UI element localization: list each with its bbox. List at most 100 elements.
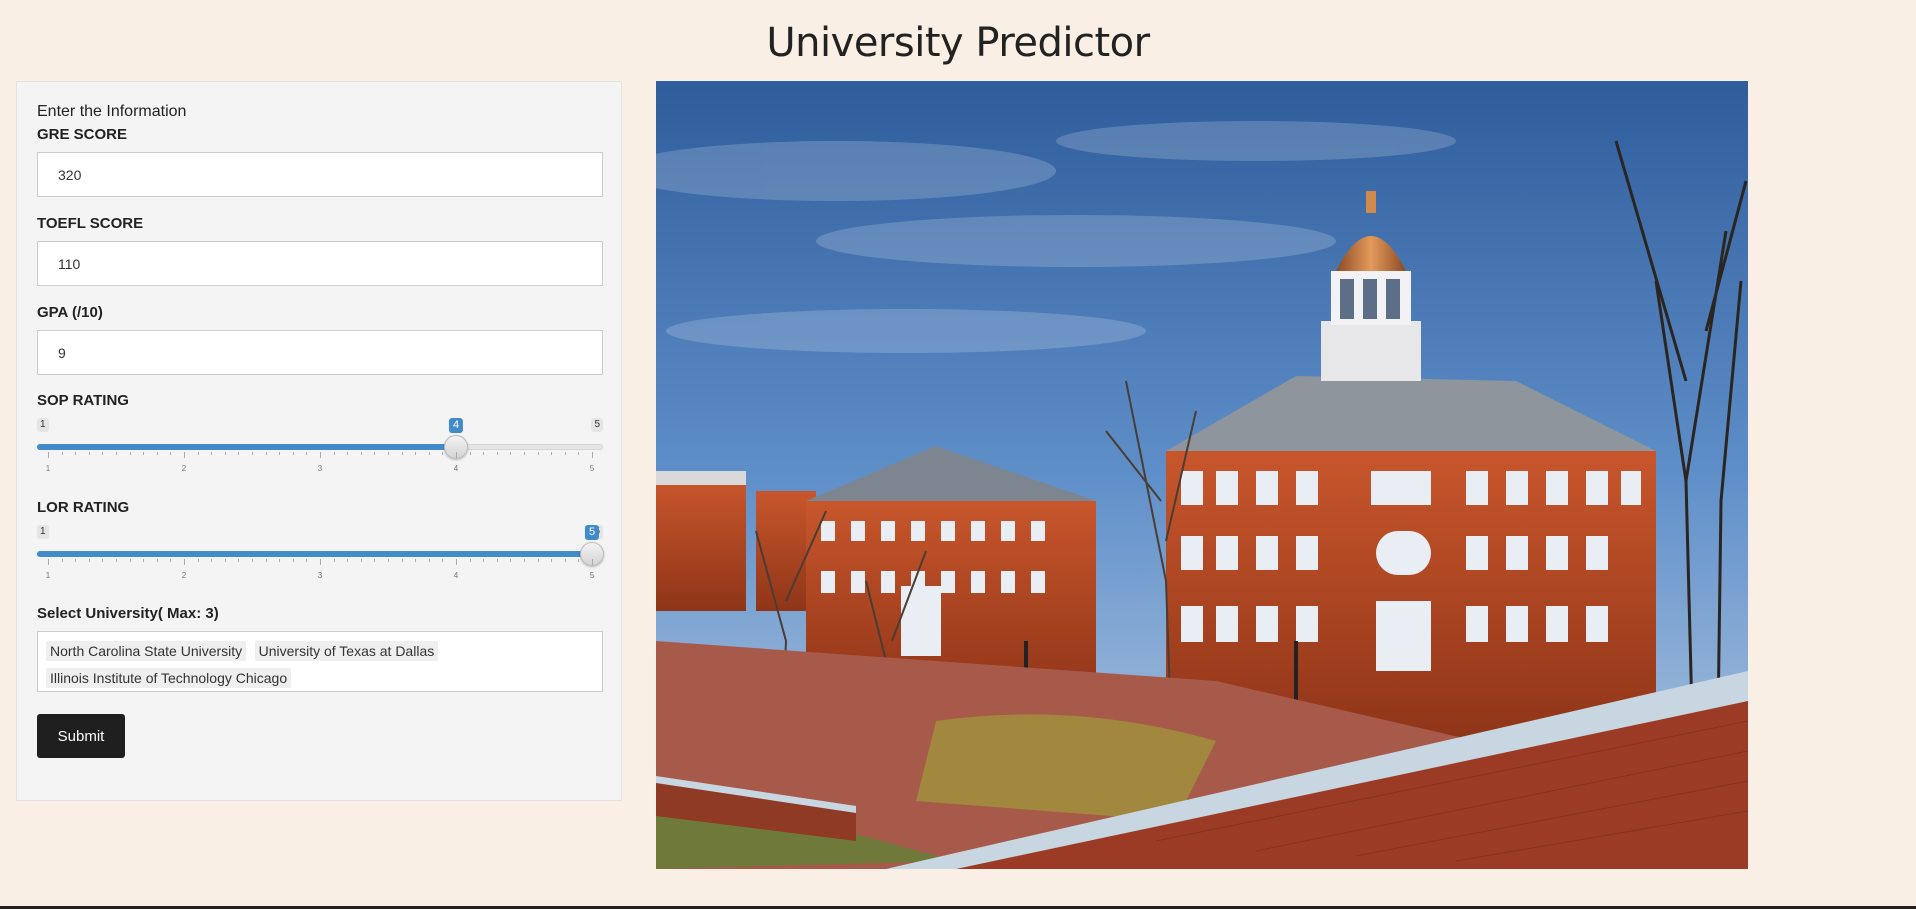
input-form-panel: Enter the Information GRE SCORE TOEFL SC… [16, 81, 622, 801]
slider-tick-mark [238, 452, 240, 455]
slider-tick-mark [442, 452, 444, 455]
campus-photo [656, 81, 1748, 869]
slider-tick-mark [224, 452, 226, 455]
slider-tick-mark [197, 452, 199, 455]
slider-tick-mark [170, 452, 172, 455]
slider-tick-mark [265, 559, 267, 562]
slider-tick-mark [48, 559, 49, 565]
gre-score-label: GRE SCORE [37, 126, 128, 143]
slider-tick-mark [292, 559, 294, 562]
slider-tick-mark [48, 452, 49, 458]
slider-tick-mark [401, 559, 403, 562]
slider-tick-mark [360, 452, 362, 455]
slider-tick-mark [61, 559, 63, 562]
slider-tick-mark [592, 452, 593, 458]
lor-rating-slider[interactable]: 1 5 5 12345 [37, 525, 604, 595]
form-intro-text: Enter the Information [37, 103, 187, 120]
toefl-score-input[interactable] [37, 241, 603, 286]
slider-tick-mark [456, 559, 457, 565]
slider-tick-mark [401, 452, 403, 455]
lor-rating-label: LOR RATING [37, 499, 130, 516]
slider-tick-mark [306, 452, 308, 455]
slider-tick-label: 5 [589, 464, 595, 473]
slider-tick-mark [252, 559, 253, 562]
slider-tick-label: 3 [317, 464, 323, 473]
slider-tick-mark [496, 452, 498, 455]
slider-tick-mark [279, 452, 281, 455]
gpa-input[interactable] [37, 330, 603, 375]
slider-tick-mark [211, 559, 213, 562]
slider-tick-mark [442, 559, 444, 562]
slider-tick-mark [129, 559, 131, 562]
slider-tick-mark [551, 559, 553, 562]
submit-button[interactable]: Submit [37, 714, 125, 758]
selected-university-chip[interactable]: Illinois Institute of Technology Chicago [46, 668, 292, 688]
slider-tick-mark [279, 559, 281, 562]
slider-value-badge: 5 [584, 525, 600, 540]
slider-tick-mark [224, 559, 226, 562]
slider-tick-mark [469, 559, 471, 562]
slider-tick-mark [469, 452, 471, 455]
sop-rating-slider[interactable]: 1 5 4 1 2 3 4 5 [37, 418, 603, 488]
sop-rating-label: SOP RATING [37, 392, 129, 409]
page-title: University Predictor [766, 20, 1150, 66]
slider-tick-mark [75, 452, 77, 455]
slider-tick-mark [88, 559, 90, 562]
slider-tick-mark [483, 559, 485, 562]
slider-max-label: 5 [591, 418, 603, 432]
slider-tick-label: 1 [45, 571, 51, 580]
slider-tick-mark [170, 559, 172, 562]
slider-tick-mark [116, 559, 117, 562]
selected-university-chip[interactable]: University of Texas at Dallas [254, 641, 439, 661]
slider-tick-mark [510, 452, 512, 455]
slider-tick-mark [537, 559, 539, 562]
slider-tick-mark [415, 559, 417, 562]
slider-tick-mark [102, 559, 104, 562]
slider-tick-mark [347, 452, 349, 455]
slider-tick-mark [496, 559, 498, 562]
slider-tick-mark [252, 452, 253, 455]
slider-tick-mark [143, 452, 145, 455]
slider-tick-mark [75, 559, 77, 562]
slider-tick-mark [116, 452, 117, 455]
slider-tick-mark [524, 559, 525, 562]
selected-university-chip[interactable]: North Carolina State University [46, 641, 247, 661]
slider-tick-mark [347, 559, 349, 562]
slider-tick-mark [428, 559, 430, 562]
slider-tick-mark [265, 452, 267, 455]
slider-tick-mark [578, 559, 580, 562]
slider-tick-label: 2 [181, 464, 187, 473]
slider-tick-mark [333, 452, 335, 455]
slider-tick-mark [184, 452, 185, 458]
slider-tick-mark [415, 452, 417, 455]
slider-tick-mark [456, 452, 457, 458]
gre-score-input[interactable] [37, 152, 603, 197]
slider-tick-mark [524, 452, 525, 455]
slider-tick-mark [129, 452, 131, 455]
slider-tick-label: 5 [589, 571, 595, 580]
toefl-score-label: TOEFL SCORE [37, 215, 144, 232]
slider-tick-label: 2 [181, 571, 187, 580]
slider-value-badge: 4 [448, 418, 464, 433]
slider-tick-mark [551, 452, 553, 455]
slider-tick-mark [360, 559, 362, 562]
slider-tick-mark [388, 452, 389, 455]
slider-tick-mark [564, 559, 566, 562]
slider-tick-mark [143, 559, 145, 562]
slider-tick-mark [184, 559, 185, 565]
slider-tick-mark [320, 452, 321, 458]
slider-tick-mark [374, 452, 376, 455]
slider-tick-mark [320, 559, 321, 565]
slider-tick-mark [388, 559, 389, 562]
slider-fill [37, 444, 456, 450]
slider-tick-mark [88, 452, 90, 455]
slider-tick-mark [156, 452, 158, 455]
slider-tick-mark [102, 452, 104, 455]
slider-tick-mark [156, 559, 158, 562]
university-multiselect[interactable]: North Carolina State University Universi… [37, 631, 603, 692]
slider-tick-label: 3 [317, 571, 323, 580]
slider-tick-label: 1 [45, 464, 51, 473]
slider-tick-mark [197, 559, 199, 562]
slider-min-label: 1 [37, 525, 49, 539]
slider-tick-label: 4 [453, 571, 459, 580]
